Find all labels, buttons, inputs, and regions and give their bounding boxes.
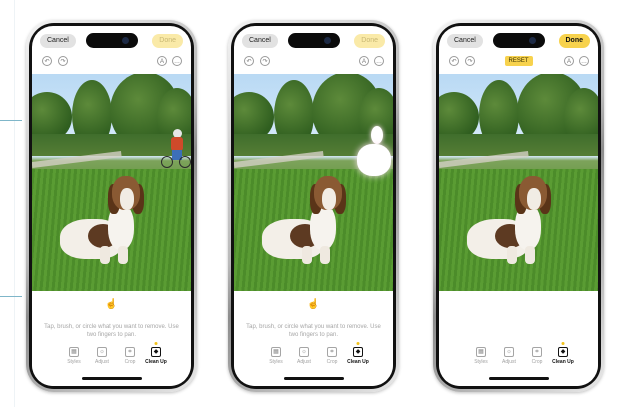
phone-1: Cancel Done ↶ ↷ A … ☝ Tap, brush, or cir… <box>26 20 197 392</box>
undo-icon[interactable]: ↶ <box>244 56 254 66</box>
redo-icon[interactable]: ↷ <box>260 56 270 66</box>
phone-2-screen: Cancel Done ↶ ↷ A … ☝ Tap, brush, or cir… <box>234 26 393 386</box>
home-indicator[interactable] <box>81 377 142 380</box>
styles-icon: ▦ <box>69 347 79 357</box>
tab-styles[interactable]: ▦ Styles <box>62 347 86 365</box>
markup-icon[interactable]: A <box>564 56 574 66</box>
cancel-button[interactable]: Cancel <box>242 34 278 48</box>
tab-crop[interactable]: ⌗ Crop <box>525 347 549 365</box>
adjust-icon: ☼ <box>299 347 309 357</box>
eraser-icon: ◆ <box>558 347 568 357</box>
markup-icon[interactable]: A <box>157 56 167 66</box>
tab-adjust[interactable]: ☼ Adjust <box>292 347 316 365</box>
done-button[interactable]: Done <box>558 34 590 48</box>
tab-clean-up[interactable]: ◆ Clean Up <box>144 342 168 365</box>
tab-crop[interactable]: ⌗ Crop <box>320 347 344 365</box>
done-button[interactable]: Done <box>152 34 183 48</box>
reset-button[interactable]: RESET <box>504 56 533 66</box>
guide-tick-bottom <box>0 296 22 297</box>
tab-styles[interactable]: ▦ Styles <box>469 347 493 365</box>
photo[interactable] <box>234 74 393 291</box>
cancel-button[interactable]: Cancel <box>40 34 76 48</box>
home-indicator[interactable] <box>283 377 344 380</box>
basset-hound <box>467 174 567 269</box>
more-icon[interactable]: … <box>374 56 384 66</box>
photo[interactable] <box>439 74 598 291</box>
page-guide-line <box>14 0 15 407</box>
edit-toolbar: ▦ Styles ☼ Adjust ⌗ Crop ◆ Clean Up <box>234 342 393 373</box>
phone-3: Cancel Done ↶ ↷ RESET A … ▦ Styles ☼ Adj… <box>433 20 604 392</box>
dynamic-island <box>85 33 138 48</box>
bicycle <box>161 154 191 168</box>
eraser-icon: ◆ <box>151 347 161 357</box>
phone-1-screen: Cancel Done ↶ ↷ A … ☝ Tap, brush, or cir… <box>32 26 191 386</box>
more-icon[interactable]: … <box>172 56 182 66</box>
photo[interactable] <box>32 74 191 291</box>
phone-2: Cancel Done ↶ ↷ A … ☝ Tap, brush, or cir… <box>228 20 399 392</box>
styles-icon: ▦ <box>271 347 281 357</box>
tab-clean-up[interactable]: ◆ Clean Up <box>551 342 575 365</box>
basset-hound <box>60 174 160 269</box>
crop-icon: ⌗ <box>327 347 337 357</box>
redo-icon[interactable]: ↷ <box>465 56 475 66</box>
tab-adjust[interactable]: ☼ Adjust <box>497 347 521 365</box>
hint-text: Tap, brush, or circle what you want to r… <box>44 324 179 338</box>
basset-hound <box>262 174 362 269</box>
guide-tick-top <box>0 120 22 121</box>
crop-icon: ⌗ <box>532 347 542 357</box>
redo-icon[interactable]: ↷ <box>58 56 68 66</box>
edit-toolbar: ▦ Styles ☼ Adjust ⌗ Crop ◆ Clean Up <box>439 342 598 373</box>
selected-object-highlight[interactable] <box>357 126 391 178</box>
markup-icon[interactable]: A <box>359 56 369 66</box>
eraser-icon: ◆ <box>353 347 363 357</box>
hint-text: Tap, brush, or circle what you want to r… <box>246 324 381 338</box>
hand-pointer-icon: ☝ <box>105 299 118 310</box>
undo-icon[interactable]: ↶ <box>42 56 52 66</box>
adjust-icon: ☼ <box>504 347 514 357</box>
tab-crop[interactable]: ⌗ Crop <box>118 347 142 365</box>
tab-styles[interactable]: ▦ Styles <box>264 347 288 365</box>
done-button[interactable]: Done <box>354 34 385 48</box>
styles-icon: ▦ <box>476 347 486 357</box>
phone-3-screen: Cancel Done ↶ ↷ RESET A … ▦ Styles ☼ Adj… <box>439 26 598 386</box>
undo-icon[interactable]: ↶ <box>449 56 459 66</box>
crop-icon: ⌗ <box>125 347 135 357</box>
hand-pointer-icon: ☝ <box>307 299 320 310</box>
tab-clean-up[interactable]: ◆ Clean Up <box>346 342 370 365</box>
tab-adjust[interactable]: ☼ Adjust <box>90 347 114 365</box>
dynamic-island <box>492 33 545 48</box>
cancel-button[interactable]: Cancel <box>447 34 483 48</box>
edit-toolbar: ▦ Styles ☼ Adjust ⌗ Crop ◆ Clean Up <box>32 342 191 373</box>
adjust-icon: ☼ <box>97 347 107 357</box>
home-indicator[interactable] <box>488 377 549 380</box>
more-icon[interactable]: … <box>579 56 589 66</box>
dynamic-island <box>287 33 340 48</box>
